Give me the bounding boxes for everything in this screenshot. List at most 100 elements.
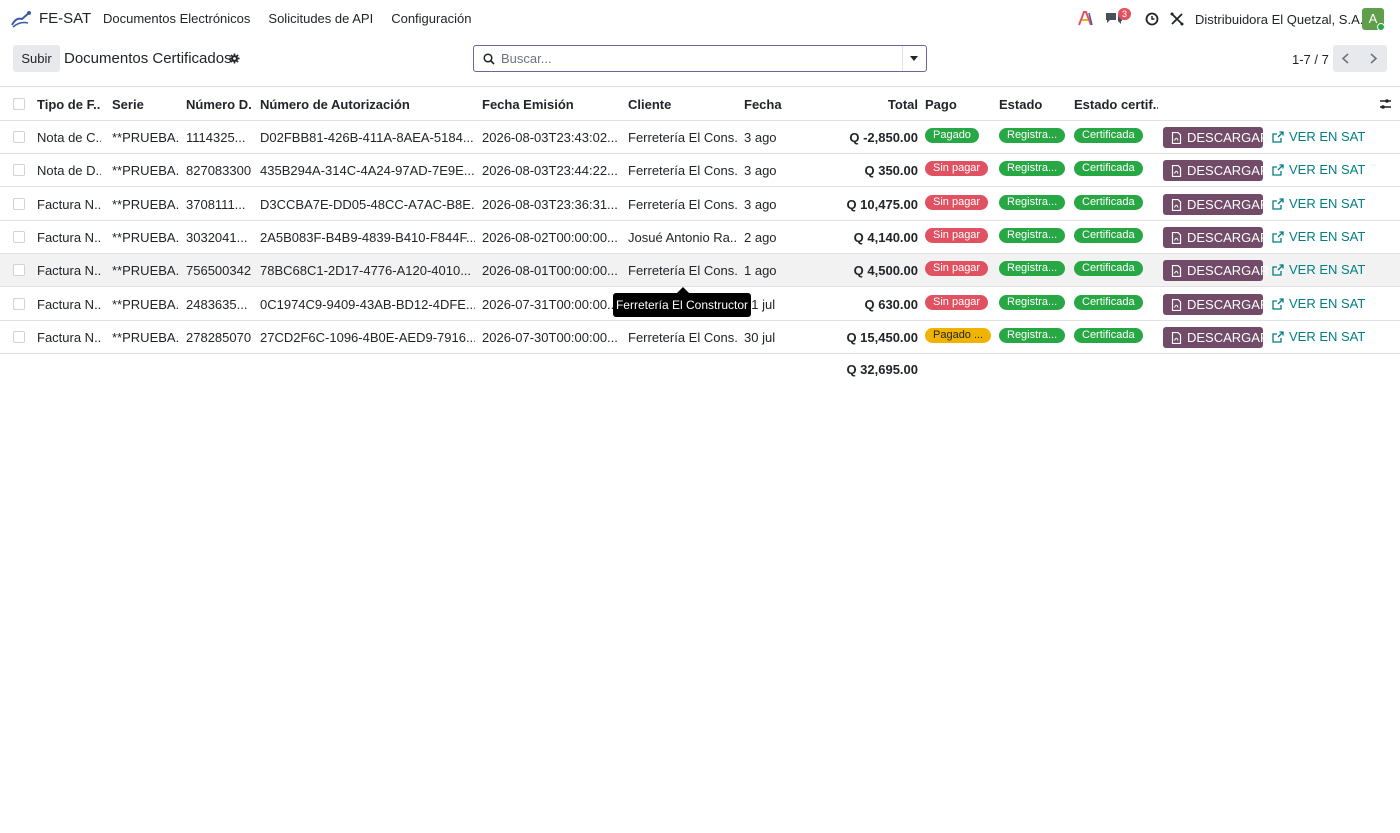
app-name[interactable]: FE-SAT bbox=[39, 10, 91, 27]
row-checkbox[interactable] bbox=[13, 197, 25, 210]
cell-numero: 756500342 bbox=[186, 263, 252, 279]
external-link-icon bbox=[1272, 164, 1284, 176]
cell-tipo: Factura N... bbox=[37, 196, 101, 212]
download-button[interactable]: DESCARGAR bbox=[1163, 260, 1269, 282]
cell-autorizacion: D3CCBA7E-DD05-48CC-A7AC-B8E... bbox=[260, 196, 475, 212]
status-badge: Registra... bbox=[999, 194, 1066, 210]
cell-fecha-emision: 2026-08-03T23:44:22... bbox=[482, 163, 618, 179]
cell-cliente: Ferretería El Cons... bbox=[628, 329, 738, 345]
row-checkbox[interactable] bbox=[13, 330, 25, 343]
external-link-icon bbox=[1272, 131, 1284, 143]
column-header-estado-certificado[interactable]: Estado certif... bbox=[1074, 97, 1158, 112]
view-in-sat-label: VER EN SAT bbox=[1289, 262, 1366, 278]
chevron-right-icon bbox=[1370, 53, 1378, 64]
search-input[interactable] bbox=[501, 46, 901, 71]
cell-tipo: Factura N... bbox=[37, 296, 101, 312]
gear-icon[interactable] bbox=[229, 53, 240, 64]
download-label: DESCARGAR bbox=[1187, 296, 1270, 312]
menu-item-solicitudes[interactable]: Solicitudes de API bbox=[268, 11, 373, 26]
pager-next-button[interactable] bbox=[1360, 45, 1387, 72]
ai-icon[interactable] bbox=[1078, 11, 1093, 26]
download-button[interactable]: DESCARGAR bbox=[1163, 160, 1269, 182]
cell-serie: **PRUEBA... bbox=[112, 163, 180, 179]
payment-status-badge: Sin pagar bbox=[925, 194, 989, 210]
external-link-icon bbox=[1272, 264, 1284, 276]
download-button[interactable]: DESCARGAR bbox=[1163, 193, 1269, 215]
download-label: DESCARGAR bbox=[1187, 229, 1270, 245]
cell-fecha-emision: 2026-08-03T23:36:31... bbox=[482, 196, 618, 212]
download-button[interactable]: DESCARGAR bbox=[1163, 326, 1269, 348]
row-checkbox[interactable] bbox=[13, 230, 25, 243]
column-header-serie[interactable]: Serie bbox=[112, 97, 178, 112]
pager-value[interactable]: 1-7 / 7 bbox=[1292, 52, 1329, 67]
cell-cliente: Josué Antonio Ra... bbox=[628, 229, 738, 245]
view-in-sat-label: VER EN SAT bbox=[1289, 195, 1366, 211]
column-header-tipo[interactable]: Tipo de F... bbox=[37, 97, 101, 112]
certification-status-badge: Certificada bbox=[1074, 294, 1143, 310]
column-header-fecha-emision[interactable]: Fecha Emisión bbox=[482, 97, 622, 112]
chat-count-badge: 3 bbox=[1118, 8, 1132, 20]
external-link-icon bbox=[1272, 197, 1284, 210]
cell-fecha-emision: 2026-08-03T23:43:02... bbox=[482, 130, 618, 145]
cell-numero: 278285070 bbox=[186, 329, 252, 345]
cell-tipo: Factura N... bbox=[37, 329, 101, 345]
search-bar bbox=[473, 45, 927, 72]
payment-status-badge: Sin pagar bbox=[925, 294, 989, 310]
cell-fecha-emision: 2026-08-01T00:00:00... bbox=[482, 263, 618, 279]
app-logo-icon[interactable] bbox=[10, 9, 32, 29]
cell-serie: **PRUEBA... bbox=[112, 229, 180, 245]
table-row[interactable]: Nota de C... **PRUEBA... 1114325... D02FBB8… bbox=[0, 121, 1400, 154]
cell-total: Q -2,850.00 bbox=[849, 130, 918, 145]
pdf-file-icon bbox=[1171, 331, 1182, 344]
column-header-estado[interactable]: Estado bbox=[999, 97, 1067, 112]
menu-item-configuracion[interactable]: Configuración bbox=[391, 11, 471, 26]
clock-icon[interactable] bbox=[1145, 12, 1159, 26]
status-badge: Registra... bbox=[999, 294, 1066, 310]
download-button[interactable]: DESCARGAR bbox=[1163, 293, 1269, 315]
column-header-fecha[interactable]: Fecha bbox=[744, 97, 824, 112]
cell-tipo: Nota de C... bbox=[37, 130, 101, 145]
row-checkbox[interactable] bbox=[13, 264, 25, 277]
select-all-checkbox[interactable] bbox=[13, 98, 25, 110]
company-switcher[interactable]: Distribuidora El Quetzal, S.A. bbox=[1195, 12, 1363, 27]
cell-autorizacion: 2A5B083F-B4B9-4839-B410-F844F... bbox=[260, 229, 475, 245]
row-checkbox[interactable] bbox=[13, 297, 25, 310]
cell-serie: **PRUEBA... bbox=[112, 130, 180, 145]
debug-tools-icon[interactable] bbox=[1170, 12, 1184, 26]
certification-status-badge: Certificada bbox=[1074, 161, 1143, 177]
column-header-autorizacion[interactable]: Número de Autorización bbox=[260, 97, 475, 112]
pager-previous-button[interactable] bbox=[1333, 45, 1360, 72]
column-header-numero[interactable]: Número D... bbox=[186, 97, 252, 112]
column-header-pago[interactable]: Pago bbox=[925, 97, 993, 112]
row-checkbox[interactable] bbox=[13, 131, 25, 143]
cell-total: Q 15,450.00 bbox=[846, 329, 918, 345]
table-row[interactable]: Factura N... **PRUEBA... 3032041... 2A5B083… bbox=[0, 221, 1400, 254]
client-tooltip: Ferretería El Constructor bbox=[613, 293, 751, 317]
cell-fecha-emision: 2026-07-30T00:00:00... bbox=[482, 329, 618, 345]
row-checkbox[interactable] bbox=[13, 164, 25, 177]
caret-down-icon bbox=[910, 56, 918, 61]
external-link-icon bbox=[1272, 231, 1284, 243]
cell-autorizacion: 435B294A-314C-4A24-97AD-7E9E... bbox=[260, 163, 475, 179]
payment-status-badge: Sin pagar bbox=[925, 227, 989, 243]
cell-serie: **PRUEBA... bbox=[112, 329, 180, 345]
table-row[interactable]: Factura N... **PRUEBA... 756500342 78BC68C1… bbox=[0, 254, 1400, 288]
column-header-cliente[interactable]: Cliente bbox=[628, 97, 738, 112]
search-options-toggle[interactable] bbox=[902, 46, 926, 71]
download-button[interactable]: DESCARGAR bbox=[1163, 226, 1269, 248]
column-settings-icon[interactable] bbox=[1379, 98, 1392, 110]
external-link-icon bbox=[1272, 331, 1284, 343]
view-in-sat-label: VER EN SAT bbox=[1289, 328, 1366, 344]
column-header-total[interactable]: Total bbox=[838, 97, 918, 112]
cell-autorizacion: 0C1974C9-9409-43AB-BD12-4DFE... bbox=[260, 296, 475, 312]
view-in-sat-label: VER EN SAT bbox=[1289, 295, 1366, 311]
cell-cliente: Ferretería El Cons... bbox=[628, 263, 738, 279]
cell-autorizacion: 27CD2F6C-1096-4B0E-AED9-7916... bbox=[260, 329, 475, 345]
table-row[interactable]: Factura N... **PRUEBA... 3708111... D3CCBA7… bbox=[0, 188, 1400, 221]
upload-button[interactable]: Subir bbox=[13, 45, 60, 72]
menu-item-documentos[interactable]: Documentos Electrónicos bbox=[103, 11, 250, 26]
table-row[interactable]: Factura N... **PRUEBA... 278285070 27CD2F6C… bbox=[0, 321, 1400, 354]
download-button[interactable]: DESCARGAR bbox=[1163, 127, 1269, 148]
grand-total: Q 32,695.00 bbox=[846, 362, 918, 377]
table-row[interactable]: Nota de D... **PRUEBA... 827083300 435B294A… bbox=[0, 154, 1400, 188]
